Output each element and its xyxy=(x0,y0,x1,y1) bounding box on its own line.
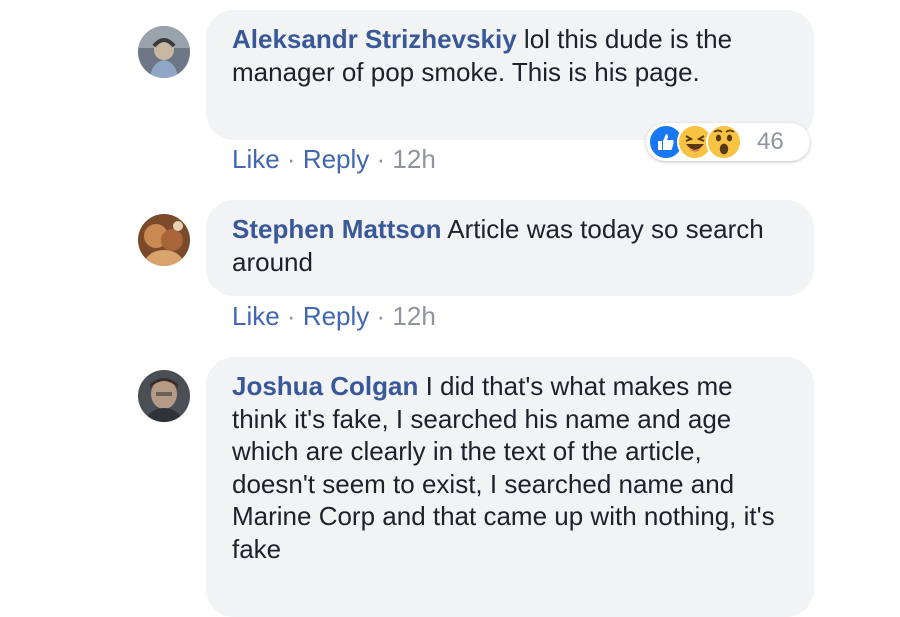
reply-link[interactable]: Reply xyxy=(303,301,369,331)
comment-bubble: Aleksandr Strizhevskiy lol this dude is … xyxy=(206,10,814,140)
avatar[interactable] xyxy=(138,370,190,422)
comment-bubble: Stephen Mattson Article was today so sea… xyxy=(206,200,814,296)
separator: · xyxy=(369,301,393,331)
comment-bubble: Joshua Colgan I did that's what makes me… xyxy=(206,357,814,617)
comment-timestamp[interactable]: 12h xyxy=(392,144,435,174)
avatar[interactable] xyxy=(138,214,190,266)
reaction-count: 46 xyxy=(757,128,784,155)
avatar[interactable] xyxy=(138,26,190,78)
like-link[interactable]: Like xyxy=(232,301,280,331)
avatar-photo-icon xyxy=(138,26,190,78)
comment-author[interactable]: Joshua Colgan xyxy=(232,371,418,401)
separator: · xyxy=(279,144,303,174)
comment-actions: Like · Reply · 12h xyxy=(232,144,436,175)
reactions-summary[interactable]: 46 xyxy=(646,123,810,161)
avatar-photo-icon xyxy=(138,214,190,266)
comment-author[interactable]: Stephen Mattson xyxy=(232,214,441,244)
separator: · xyxy=(279,301,303,331)
comment-timestamp[interactable]: 12h xyxy=(392,301,435,331)
avatar-photo-icon xyxy=(138,370,190,422)
comment-actions: Like · Reply · 12h xyxy=(232,301,436,332)
separator: · xyxy=(369,144,393,174)
reply-link[interactable]: Reply xyxy=(303,144,369,174)
wow-reaction-icon xyxy=(706,124,742,160)
like-link[interactable]: Like xyxy=(232,144,280,174)
comment-author[interactable]: Aleksandr Strizhevskiy xyxy=(232,24,517,54)
